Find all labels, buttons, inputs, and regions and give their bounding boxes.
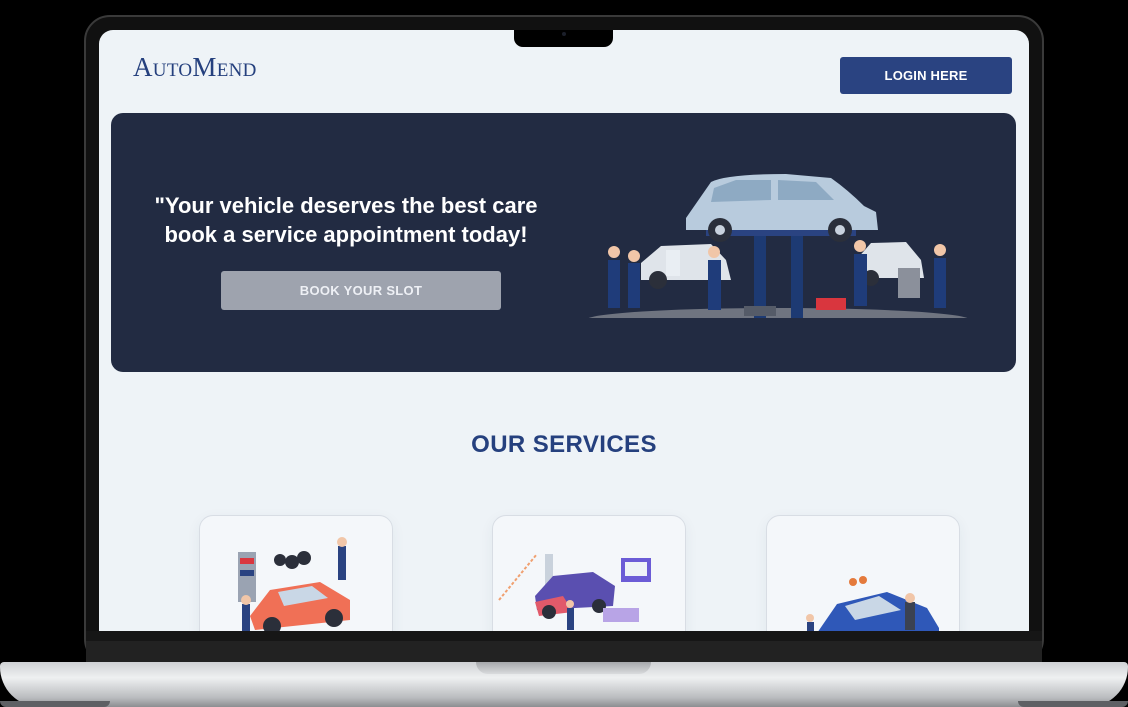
hero-headline-line1: "Your vehicle deserves the best care xyxy=(154,193,538,218)
book-slot-button[interactable]: BOOK YOUR SLOT xyxy=(221,271,501,310)
car-body-repair-illustration xyxy=(806,576,939,631)
service-card-1[interactable] xyxy=(199,515,393,631)
hero-headline: "Your vehicle deserves the best care boo… xyxy=(151,191,541,249)
brand-logo[interactable]: AutoMend xyxy=(133,52,257,83)
hero-headline-line2: book a service appointment today! xyxy=(164,222,528,247)
login-button[interactable]: LOGIN HERE xyxy=(840,57,1012,94)
screen-bottom-bezel xyxy=(86,631,1042,664)
camera-dot xyxy=(562,32,566,36)
car-lift-diagnostics-illustration xyxy=(498,553,651,630)
browser-viewport: AutoMend LOGIN HERE "Your vehicle deserv… xyxy=(99,30,1029,631)
services-title: OUR SERVICES xyxy=(471,431,657,458)
car-repair-tires-illustration xyxy=(238,537,350,631)
car-lift-mechanics-illustration xyxy=(586,174,971,328)
laptop-base xyxy=(0,662,1128,707)
service-card-3[interactable] xyxy=(766,515,960,631)
hero-banner: "Your vehicle deserves the best care boo… xyxy=(111,113,1016,372)
service-card-2[interactable] xyxy=(492,515,686,631)
laptop-foot-left xyxy=(0,701,110,707)
laptop-foot-right xyxy=(1018,701,1128,707)
